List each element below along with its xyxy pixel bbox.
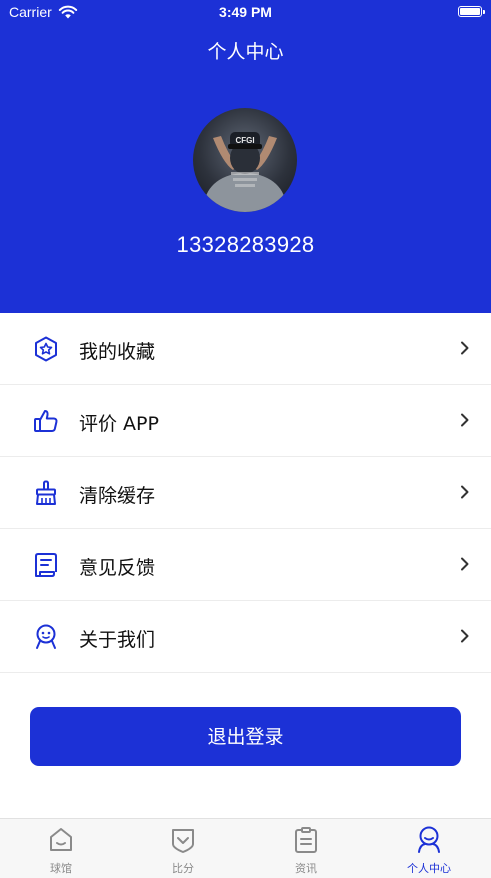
feedback-document-icon [35,553,57,577]
clock: 3:49 PM [219,4,272,20]
menu-item-label: 评价 APP [79,413,159,435]
menu-item-label: 清除缓存 [79,485,156,507]
home-icon [50,828,72,851]
profile-icon [418,826,440,853]
svg-text:CFGI: CFGI [235,136,254,145]
tab-label: 资讯 [295,862,317,875]
tab-news[interactable]: 资讯 [245,819,367,878]
battery-icon [458,6,485,17]
logout-button[interactable]: 退出登录 [30,707,461,766]
tab-label: 个人中心 [407,862,451,875]
chevron-right-icon [461,629,469,643]
smiley-user-icon [36,624,56,649]
thumbs-up-icon [34,410,58,432]
settings-menu: 我的收藏 评价 APP 清除缓存 意见反馈 关于我们 [0,313,491,673]
score-shield-icon [172,829,194,853]
menu-item-favorites[interactable]: 我的收藏 [0,313,491,385]
brush-icon [36,480,56,505]
page-title: 个人中心 [207,41,284,63]
tab-scores[interactable]: 比分 [122,819,244,878]
clipboard-icon [295,827,317,853]
chevron-right-icon [461,485,469,499]
menu-item-label: 我的收藏 [79,341,156,363]
chevron-right-icon [461,413,469,427]
avatar[interactable]: CFGI [193,108,297,212]
tab-label: 球馆 [50,862,72,875]
menu-item-label: 意见反馈 [79,557,156,579]
menu-item-rate-app[interactable]: 评价 APP [0,385,491,457]
avatar-photo: CFGI [205,132,285,212]
menu-item-about-us[interactable]: 关于我们 [0,601,491,673]
chevron-right-icon [461,341,469,355]
menu-item-label: 关于我们 [79,629,156,651]
profile-header: Carrier 3:49 PM 个人中心 CFGI 13328283928 [0,0,491,313]
tab-bar: 球馆 比分 资讯 个人中心 [0,818,491,878]
tab-venues[interactable]: 球馆 [0,819,122,878]
menu-item-clear-cache[interactable]: 清除缓存 [0,457,491,529]
user-phone-number: 13328283928 [176,232,315,257]
menu-item-feedback[interactable]: 意见反馈 [0,529,491,601]
status-bar: Carrier 3:49 PM [0,0,491,26]
chevron-right-icon [461,557,469,571]
tab-label: 比分 [172,862,194,875]
tab-profile[interactable]: 个人中心 [368,819,490,878]
star-badge-icon [35,336,57,362]
